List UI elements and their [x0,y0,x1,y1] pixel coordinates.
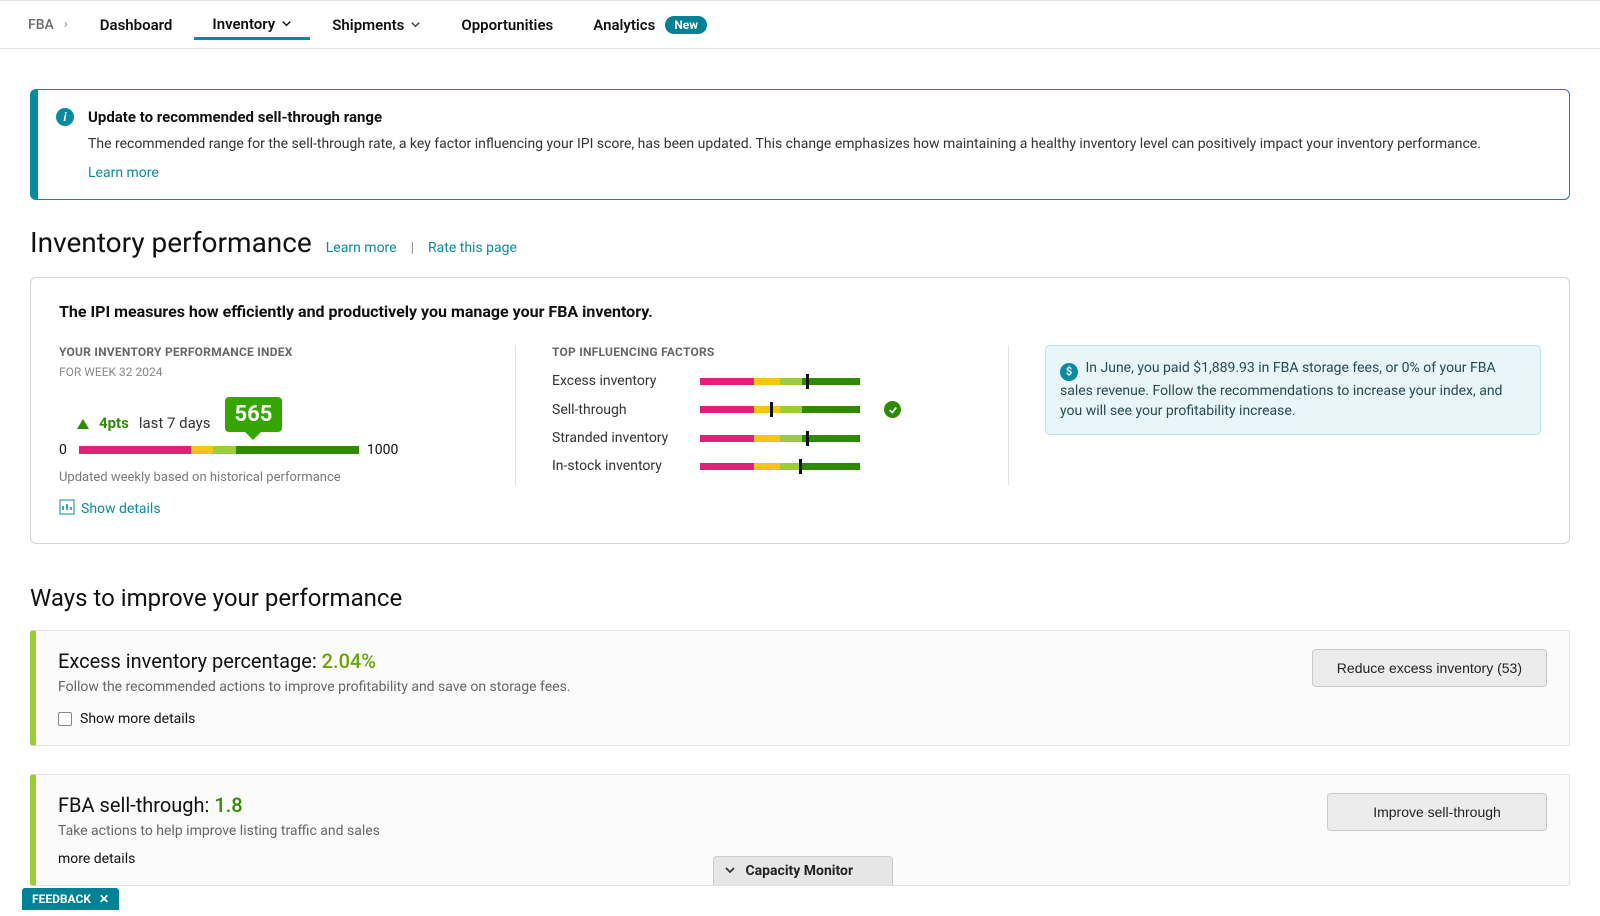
ipi-updated-note: Updated weekly based on historical perfo… [59,470,479,485]
show-more-label: Show more details [80,711,195,727]
nav-label: Shipments [332,16,404,34]
factor-row-sellthrough[interactable]: Sell-through [552,401,972,418]
factor-marker [770,402,773,417]
page-title: Inventory performance [30,226,312,259]
reduce-excess-button[interactable]: Reduce excess inventory (53) [1312,649,1547,687]
factor-label: In-stock inventory [552,458,682,474]
way-card-sellthrough: FBA sell-through: 1.8 Take actions to he… [30,774,1570,886]
rate-page-link[interactable]: Rate this page [428,240,517,256]
dollar-icon: $ [1060,363,1078,381]
close-icon[interactable]: ✕ [99,892,109,906]
nav-label: Opportunities [461,16,553,34]
tip-box: $ In June, you paid $1,889.93 in FBA sto… [1045,345,1541,435]
show-details-link[interactable]: Show details [81,501,161,517]
ipi-score-badge: 565 [225,397,283,432]
chevron-right-icon: › [64,17,68,32]
ipi-range-min: 0 [59,442,67,458]
ipi-lead: The IPI measures how efficiently and pro… [59,302,1541,321]
factor-label: Stranded inventory [552,430,682,446]
nav-dashboard[interactable]: Dashboard [82,10,191,40]
way-value: 1.8 [214,793,242,817]
learn-more-link[interactable]: Learn more [326,240,397,256]
capacity-monitor-label: Capacity Monitor [746,863,854,879]
chevron-down-icon [724,864,736,879]
tip-column: $ In June, you paid $1,889.93 in FBA sto… [1045,345,1541,435]
breadcrumb-label: FBA [28,17,54,33]
nav-inventory[interactable]: Inventory [194,9,310,40]
factor-label: Sell-through [552,402,682,418]
way-card-excess: Excess inventory percentage: 2.04% Follo… [30,630,1570,746]
way-sub: Take actions to help improve listing tra… [58,823,1327,839]
check-circle-icon [884,401,901,418]
divider: | [411,240,414,256]
nav-label: Dashboard [100,16,173,34]
factor-marker [799,459,802,474]
info-banner: i Update to recommended sell-through ran… [30,89,1570,200]
factor-bar [700,435,860,442]
breadcrumb[interactable]: FBA › [28,17,68,33]
ipi-card: The IPI measures how efficiently and pro… [30,277,1570,544]
ipi-range-max: 1000 [367,442,398,458]
show-more-row[interactable]: Show more details [58,711,1312,727]
improve-sellthrough-button[interactable]: Improve sell-through [1327,793,1547,831]
factor-bar [700,378,860,385]
way-sub: Follow the recommended actions to improv… [58,679,1312,695]
nav-label: Analytics [593,16,655,34]
ipi-index-sub: FOR WEEK 32 2024 [59,365,479,379]
top-nav: FBA › Dashboard Inventory Shipments Oppo… [0,0,1600,49]
factors-column: TOP INFLUENCING FACTORS Excess inventory… [552,345,972,486]
ipi-score-column: YOUR INVENTORY PERFORMANCE INDEX FOR WEE… [59,345,479,519]
factor-marker [806,374,809,389]
factor-row-stranded[interactable]: Stranded inventory [552,430,972,446]
factor-marker [806,431,809,446]
checkbox-icon[interactable] [58,712,72,726]
way-title-row: Excess inventory percentage: 2.04% [58,649,1312,673]
page-heading-row: Inventory performance Learn more | Rate … [30,226,1570,259]
chevron-down-icon [281,15,292,33]
chevron-down-icon [410,16,421,34]
banner-learn-more-link[interactable]: Learn more [88,165,159,181]
way-title: FBA sell-through: [58,793,209,817]
show-more-row[interactable]: more details [58,851,1327,867]
feedback-label: FEEDBACK [32,892,91,906]
ipi-bar: 0 1000 [59,442,479,458]
factor-row-instock[interactable]: In-stock inventory [552,458,972,474]
divider [1008,345,1009,485]
chart-expand-icon [59,499,75,519]
nav-label: Inventory [212,15,275,33]
factors-title: TOP INFLUENCING FACTORS [552,345,972,359]
triangle-up-icon [77,419,89,429]
new-badge: New [665,16,707,34]
way-title-row: FBA sell-through: 1.8 [58,793,1327,817]
divider [515,345,516,485]
tip-text: In June, you paid $1,889.93 in FBA stora… [1060,360,1502,419]
ipi-delta-row: 4pts last 7 days 565 [77,397,479,432]
feedback-pill[interactable]: FEEDBACK ✕ [22,888,119,910]
way-value: 2.04% [322,649,376,673]
info-icon: i [56,108,74,126]
factor-row-excess[interactable]: Excess inventory [552,373,972,389]
factor-bar [700,406,860,413]
nav-opportunities[interactable]: Opportunities [443,10,571,40]
ipi-index-title: YOUR INVENTORY PERFORMANCE INDEX [59,345,479,359]
show-more-label: more details [58,851,135,867]
banner-title: Update to recommended sell-through range [88,108,1551,126]
ipi-delta-period: last 7 days [139,414,211,432]
nav-shipments[interactable]: Shipments [314,10,439,40]
factor-bar [700,463,860,470]
ways-heading: Ways to improve your performance [30,584,1570,612]
banner-text: The recommended range for the sell-throu… [88,134,1551,155]
ipi-show-details[interactable]: Show details [59,499,479,519]
capacity-monitor-toggle[interactable]: Capacity Monitor [713,856,893,885]
nav-analytics[interactable]: Analytics New [575,10,725,40]
factor-label: Excess inventory [552,373,682,389]
ipi-delta-pts: 4pts [99,414,129,432]
way-title: Excess inventory percentage: [58,649,317,673]
